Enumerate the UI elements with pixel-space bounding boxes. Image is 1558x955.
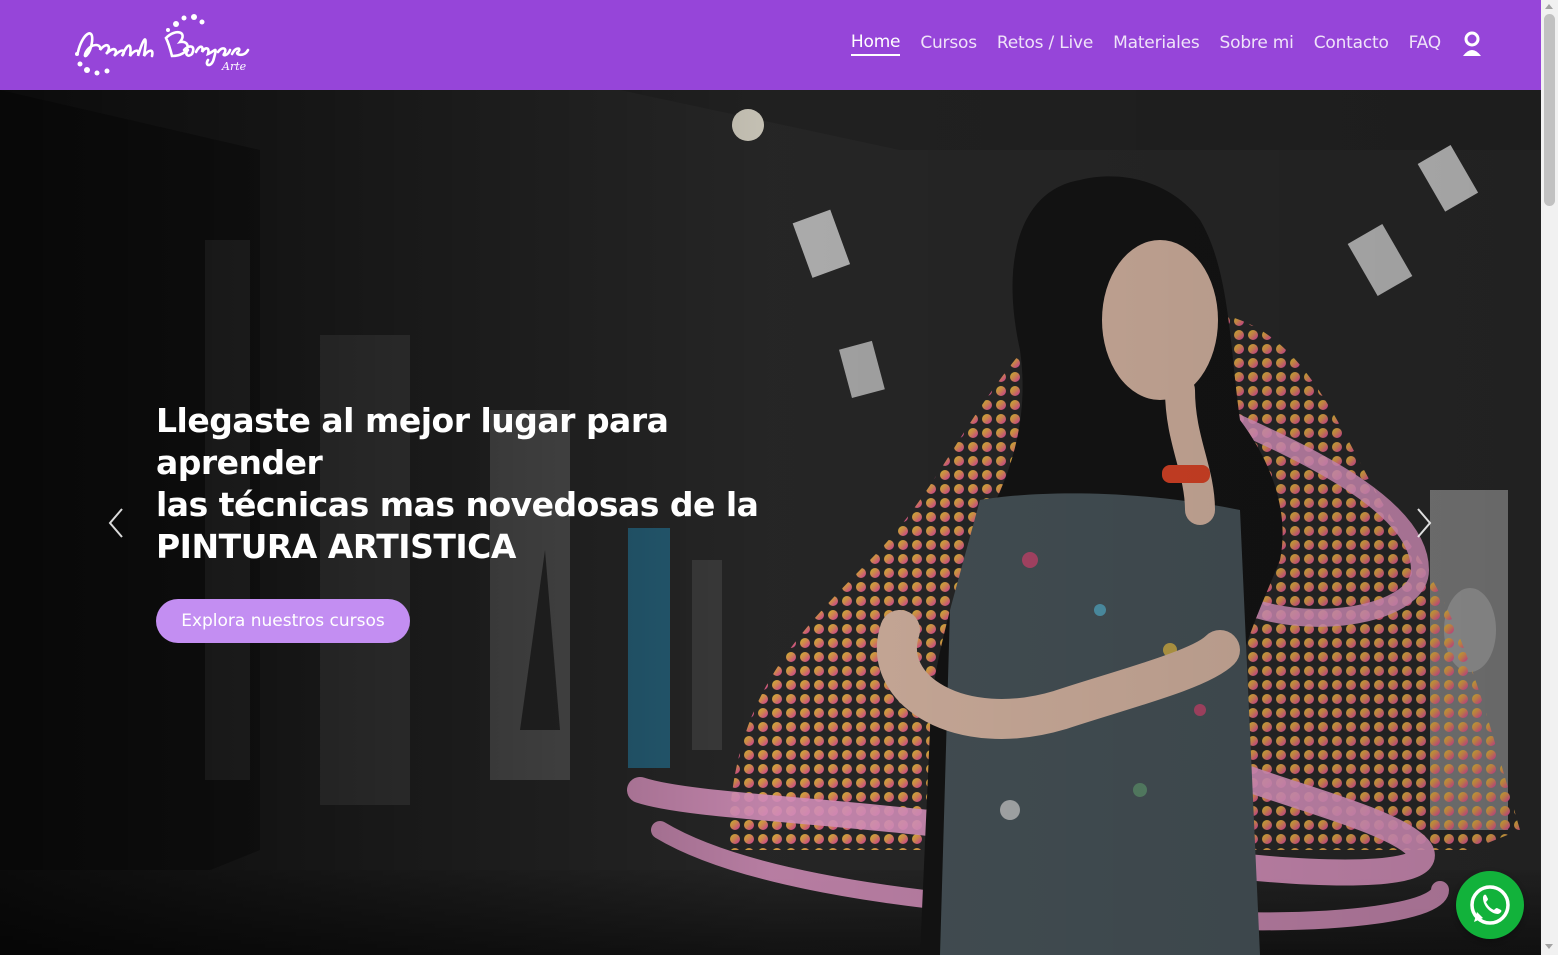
page-scrollbar[interactable]: [1541, 0, 1558, 955]
nav-item-materiales[interactable]: Materiales: [1113, 33, 1200, 57]
nav-item-home[interactable]: Home: [850, 32, 901, 56]
nav-item-cursos[interactable]: Cursos: [920, 33, 977, 57]
logo-subtext: Arte: [221, 60, 247, 73]
carousel-next-button[interactable]: [1414, 506, 1434, 540]
hero-headline-line-3: PINTURA ARTISTICA: [156, 527, 516, 566]
hero-headline-line-2: las técnicas mas novedosas de la: [156, 485, 759, 524]
hero-headline: Llegaste al mejor lugar para aprender la…: [156, 400, 816, 568]
scroll-thumb[interactable]: [1544, 14, 1555, 206]
nav-item-faq[interactable]: FAQ: [1409, 33, 1442, 57]
scroll-down-arrow[interactable]: [1545, 944, 1553, 949]
chevron-right-icon: [1417, 508, 1432, 538]
site-logo[interactable]: Arte: [72, 12, 254, 78]
explore-courses-button[interactable]: Explora nuestros cursos: [156, 599, 410, 643]
main-nav: Home Cursos Retos / Live Materiales Sobr…: [850, 0, 1483, 90]
user-icon[interactable]: [1461, 30, 1483, 60]
hero-carousel: Llegaste al mejor lugar para aprender la…: [0, 90, 1541, 955]
top-navbar: Arte Home Cursos Retos / Live Materiales…: [0, 0, 1541, 90]
carousel-prev-button[interactable]: [106, 506, 126, 540]
whatsapp-button[interactable]: [1456, 871, 1524, 939]
whatsapp-icon: [1470, 885, 1510, 925]
nav-item-contacto[interactable]: Contacto: [1314, 33, 1389, 57]
nav-item-sobre-mi[interactable]: Sobre mi: [1220, 33, 1294, 57]
nav-item-retos-live[interactable]: Retos / Live: [997, 33, 1093, 57]
scroll-up-arrow[interactable]: [1545, 4, 1553, 9]
chevron-left-icon: [108, 508, 123, 538]
logo-mark: Arte: [75, 14, 250, 76]
hero-headline-line-1: Llegaste al mejor lugar para aprender: [156, 401, 669, 482]
